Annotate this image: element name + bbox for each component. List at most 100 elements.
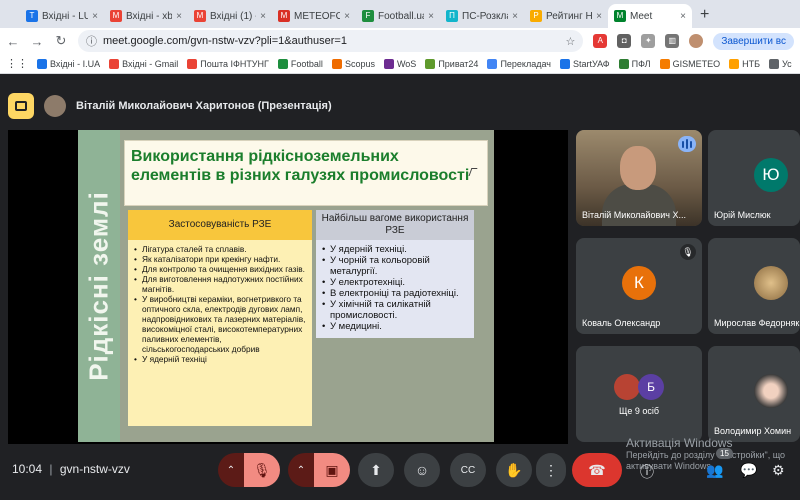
tab-close-icon[interactable]: × [176, 11, 182, 22]
participant-tile-koval[interactable]: К 🎙 Коваль Олександр [576, 238, 702, 334]
present-screen-button[interactable]: ⬆ [358, 453, 394, 487]
bookmark-item[interactable]: WoS [383, 58, 416, 69]
extension-icon[interactable]: ◘ [617, 34, 632, 48]
new-tab-button[interactable]: + [692, 6, 717, 28]
browser-tab[interactable]: M Meet × [608, 4, 692, 28]
bookmark-favicon-icon [729, 58, 740, 69]
chat-icon[interactable]: 💬 [740, 462, 757, 479]
bookmark-item[interactable]: Scopus [331, 58, 375, 69]
tab-title: Вхідні - xbp [126, 10, 173, 22]
activities-icon[interactable]: ⚙ [772, 462, 785, 479]
omnibox[interactable]: ⓘ meet.google.com/gvn-nstw-vzv?pli=1&aut… [78, 30, 584, 52]
participant-avatar: Б [638, 374, 664, 400]
slide-list-item: У ядерній техніці [134, 354, 306, 364]
bookmark-item[interactable]: ПФЛ [618, 58, 651, 69]
adblock-icon[interactable]: A [593, 34, 608, 48]
tab-close-icon[interactable]: × [512, 11, 518, 22]
participant-tile-presenter[interactable]: Віталій Миколайович Х... [576, 130, 702, 226]
participant-avatar: К [622, 266, 656, 300]
tab-favicon-icon: П [446, 10, 458, 22]
bookmark-item[interactable]: Football [277, 58, 323, 69]
slide-right-list: У ядерній техніці.У чорній та кольоровій… [316, 240, 474, 338]
participant-tile-more[interactable]: Б Ще 9 осіб [576, 346, 702, 442]
tab-close-icon[interactable]: × [680, 11, 686, 22]
bookmark-label: Приват24 [438, 58, 479, 69]
meeting-separator: | [49, 462, 53, 476]
mic-options-chevron-icon[interactable]: ⌃ [218, 453, 244, 487]
browser-tab[interactable]: Р Рейтинг НІ × [524, 4, 608, 28]
participant-tile-volodymyr[interactable]: Володимир Хомин [708, 346, 800, 442]
presenter-name: Віталій Миколайович Харитонов (Презентац… [76, 100, 332, 112]
bookmark-item[interactable]: Ус [768, 58, 792, 69]
meeting-info: 10:04 | gvn-nstw-vzv [12, 462, 130, 476]
mic-muted-icon: 🎙 [680, 244, 696, 260]
back-icon[interactable]: ← [6, 34, 20, 49]
avatar-initial: К [634, 273, 644, 292]
slide-right-header: Найбільш вагоме використання РЗЕ [316, 210, 474, 240]
tab-favicon-icon: M [110, 10, 122, 22]
leave-call-button[interactable]: ☎ [572, 453, 622, 487]
end-call-pill[interactable]: Завершити вс [713, 32, 794, 50]
slide-left-list: Лігатура сталей та сплавів.Як каталізато… [128, 240, 312, 426]
bookmark-favicon-icon [277, 58, 288, 69]
bookmark-item[interactable]: GISMETEO [659, 58, 721, 69]
captions-button[interactable]: CC [450, 453, 486, 487]
camera-off-icon[interactable]: ▣ [314, 453, 350, 487]
meeting-time: 10:04 [12, 462, 43, 476]
avatar-initial: Б [647, 380, 655, 394]
emoji-icon: ☺ [414, 462, 430, 478]
forward-icon[interactable]: → [30, 34, 44, 49]
apps-grid-icon[interactable]: ⋮⋮ [6, 57, 28, 70]
profile-avatar[interactable] [689, 34, 704, 48]
bookmark-label: Вхідні - Gmail [122, 58, 179, 69]
participant-tile-myroslav[interactable]: Мирослав Федорняк [708, 238, 800, 334]
more-options-button[interactable]: ⋮ [536, 453, 566, 487]
camera-control: ⌃ ▣ [288, 453, 350, 487]
browser-tab[interactable]: M METEOFOR× [272, 4, 356, 28]
bookmark-item[interactable]: Вхідні - Gmail [109, 58, 179, 69]
emoji-button[interactable]: ☺ [404, 453, 440, 487]
presenter-avatar [44, 95, 66, 117]
browser-tab[interactable]: T Вхідні - LUA× [20, 4, 104, 28]
tab-favicon-icon: M [278, 10, 290, 22]
participant-tile-yurii[interactable]: Ю Юрій Мислюк [708, 130, 800, 226]
bookmark-item[interactable]: НТБ [729, 58, 760, 69]
watermark-title: Активація Windows [626, 436, 733, 450]
bookmark-favicon-icon [559, 58, 570, 69]
tab-favicon-icon: T [26, 10, 38, 22]
bookmark-item[interactable]: StartУАФ [559, 58, 610, 69]
slide-title-box: Використання рідкісноземельних елементів… [124, 140, 488, 206]
bookmark-item[interactable]: Перекладач [487, 58, 551, 69]
bookmark-star-icon[interactable]: ☆ [565, 35, 575, 48]
bookmark-favicon-icon [109, 58, 120, 69]
bookmark-item[interactable]: Пошта ІФНТУНГ [187, 58, 269, 69]
tab-close-icon[interactable]: × [428, 11, 434, 22]
more-participants-label: Ще 9 осіб [618, 406, 660, 416]
tab-title: Вхідні (1) - [210, 10, 257, 22]
bookmark-label: Перекладач [500, 58, 551, 69]
tab-close-icon[interactable]: × [92, 11, 98, 22]
site-info-icon[interactable]: ⓘ [86, 33, 97, 49]
sidepanel-icon[interactable]: ▥ [665, 34, 680, 48]
people-icon[interactable]: 👥 [706, 462, 723, 479]
browser-tab[interactable]: M Вхідні - xbp× [104, 4, 188, 28]
info-icon[interactable]: ⓘ [640, 462, 654, 482]
tab-close-icon[interactable]: × [344, 11, 350, 22]
browser-tab[interactable]: M Вхідні (1) - × [188, 4, 272, 28]
bookmark-item[interactable]: Вхідні - I.UA [37, 58, 100, 69]
browser-tab[interactable]: F Football.ua × [356, 4, 440, 28]
bookmark-favicon-icon [425, 58, 436, 69]
raise-hand-button[interactable]: ✋ [496, 453, 532, 487]
reload-icon[interactable]: ↻ [54, 33, 68, 49]
browser-tab[interactable]: П ПС-Розклад × [440, 4, 524, 28]
extensions-puzzle-icon[interactable]: ✦ [641, 34, 656, 48]
tab-close-icon[interactable]: × [596, 11, 602, 22]
camera-options-chevron-icon[interactable]: ⌃ [288, 453, 314, 487]
tab-close-icon[interactable]: × [260, 11, 266, 22]
mic-off-icon[interactable]: 🎙 [244, 453, 280, 487]
bookmark-label: GISMETEO [672, 58, 721, 69]
bookmark-favicon-icon [187, 58, 198, 69]
slide-side-text: Рідкісні землі [83, 191, 114, 381]
slide-list-item: Для контролю та очищення вихідних газів. [134, 264, 306, 274]
bookmark-item[interactable]: Приват24 [425, 58, 479, 69]
